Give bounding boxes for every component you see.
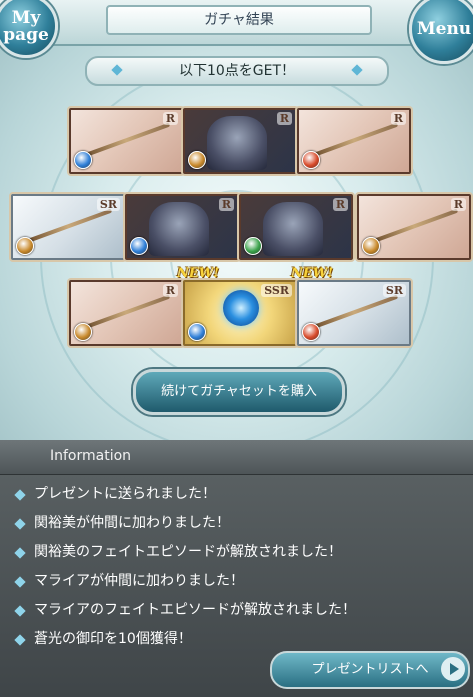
beast-portrait [149, 202, 209, 256]
result-card[interactable]: R [69, 108, 183, 174]
rarity-badge: R [276, 112, 292, 125]
diamond-icon [14, 547, 26, 559]
result-card[interactable]: R [183, 108, 297, 174]
diamond-icon [14, 576, 26, 588]
information-title: Information [50, 448, 132, 464]
rarity-badge: R [450, 198, 466, 211]
result-card[interactable]: SR [297, 280, 411, 346]
diamond-icon [14, 634, 26, 646]
list-item-text: 関裕美が仲間に加わりました！ [34, 515, 230, 531]
earth-element-icon [188, 151, 206, 169]
result-card[interactable]: R [239, 194, 353, 260]
menu-button[interactable]: Menu [409, 0, 473, 64]
list-item: マライアのフェイトエピソードが解放されました！ [14, 596, 356, 625]
result-card[interactable]: R [125, 194, 239, 260]
list-item-text: マライアのフェイトエピソードが解放されました！ [34, 602, 356, 618]
rarity-badge: R [218, 198, 234, 211]
list-item: プレゼントに送られました！ [14, 480, 356, 509]
list-item: 関裕美が仲間に加わりました！ [14, 509, 356, 538]
earth-element-icon [74, 323, 92, 341]
mypage-button[interactable]: My page [0, 0, 58, 58]
page-title: ガチャ結果 [106, 5, 372, 35]
information-header: Information [0, 440, 473, 475]
result-card[interactable]: SR [11, 194, 125, 260]
weapon-art [82, 294, 171, 330]
fire-element-icon [302, 151, 320, 169]
diamond-icon [111, 64, 123, 76]
present-list-label: プレゼントリストへ [311, 662, 429, 677]
list-item: 関裕美のフェイトエピソードが解放されました！ [14, 538, 356, 567]
beast-portrait [207, 116, 267, 170]
diamond-icon [14, 605, 26, 617]
list-item: 蒼光の御印を10個獲得！ [14, 625, 356, 654]
water-element-icon [74, 151, 92, 169]
mypage-label-line2: page [3, 25, 49, 45]
play-arrow-icon [441, 657, 465, 681]
list-item-text: マライアが仲間に加わりました！ [34, 573, 244, 589]
weapon-art [310, 122, 399, 158]
water-element-icon [188, 323, 206, 341]
rarity-badge: SR [382, 284, 406, 297]
rarity-badge: R [162, 112, 178, 125]
list-item-text: 関裕美のフェイトエピソードが解放されました！ [34, 544, 342, 560]
earth-element-icon [362, 237, 380, 255]
rarity-badge: R [162, 284, 178, 297]
gacha-result-scene: ガチャ結果 My page Menu 以下10点をGET！ R R R SR R R R R S… [0, 0, 473, 440]
diamond-icon [14, 518, 26, 530]
list-item-text: 蒼光の御印を10個獲得！ [34, 631, 192, 647]
rarity-badge: R [332, 198, 348, 211]
weapon-art [82, 122, 171, 158]
get-banner: 以下10点をGET！ [85, 56, 389, 86]
rarity-badge: SR [96, 198, 120, 211]
result-card[interactable]: R [297, 108, 411, 174]
diamond-icon [351, 64, 363, 76]
list-item-text: プレゼントに送られました！ [34, 486, 216, 502]
earth-element-icon [16, 237, 34, 255]
result-card[interactable]: R [69, 280, 183, 346]
information-list: プレゼントに送られました！ 関裕美が仲間に加わりました！ 関裕美のフェイトエピソ… [14, 480, 356, 654]
buy-gacha-set-button[interactable]: 続けてガチャセットを購入 [133, 369, 345, 415]
result-card[interactable]: SSR [183, 280, 297, 346]
summon-orb-art [223, 290, 259, 326]
new-badge: NEW! [177, 266, 220, 281]
water-element-icon [130, 237, 148, 255]
wind-element-icon [244, 237, 262, 255]
weapon-art [24, 208, 113, 244]
result-card[interactable]: R [357, 194, 471, 260]
weapon-art [370, 208, 459, 244]
present-list-button[interactable]: プレゼントリストへ [270, 651, 470, 689]
rarity-badge: R [390, 112, 406, 125]
fire-element-icon [302, 323, 320, 341]
list-item: マライアが仲間に加わりました！ [14, 567, 356, 596]
character-portrait [263, 202, 323, 256]
rarity-badge: SSR [261, 284, 292, 297]
get-banner-text: 以下10点をGET！ [178, 63, 296, 79]
diamond-icon [14, 489, 26, 501]
weapon-art [310, 294, 399, 330]
new-badge: NEW! [291, 266, 334, 281]
